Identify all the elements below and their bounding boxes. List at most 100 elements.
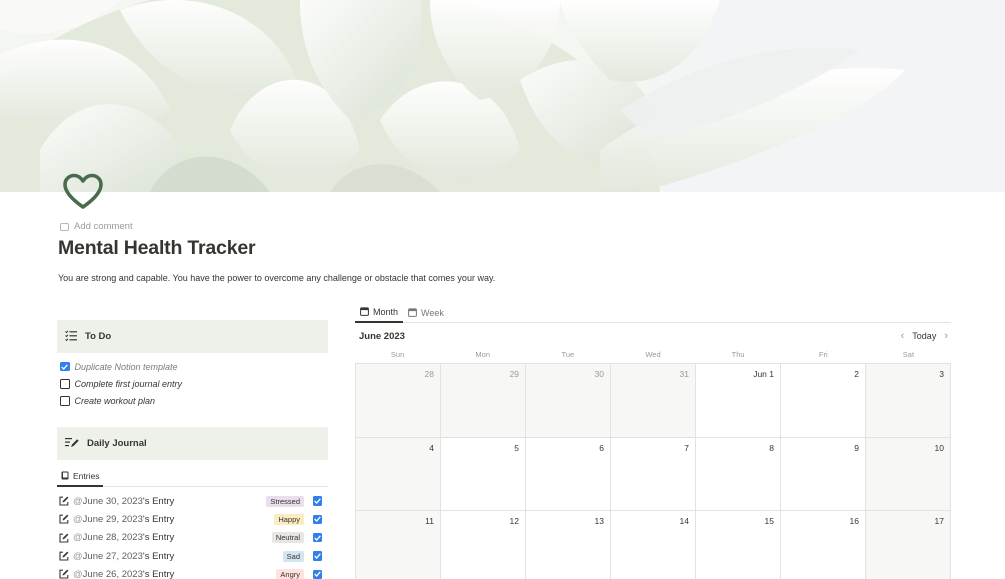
page-subtitle[interactable]: You are strong and capable. You have the… <box>58 273 495 283</box>
entry-date[interactable]: June 26, 2023 <box>83 569 143 579</box>
todo-checkbox[interactable] <box>60 361 70 372</box>
journal-heading[interactable]: Daily Journal <box>57 427 328 460</box>
tab-month[interactable]: Month <box>355 303 404 323</box>
calendar-day-cell[interactable]: 10 <box>866 437 951 511</box>
mood-tag: Neutral <box>271 532 304 544</box>
entry-mention: @ <box>73 568 83 579</box>
todo-heading[interactable]: To Do <box>57 320 328 353</box>
calendar-day-cell[interactable]: 12 <box>441 511 526 579</box>
todo-item[interactable]: Create workout plan <box>60 393 182 410</box>
tab-week[interactable]: Week <box>403 303 449 323</box>
entry-checkbox[interactable] <box>312 569 322 579</box>
todo-heading-label: To Do <box>85 331 112 342</box>
todo-label: Create workout plan <box>74 396 156 407</box>
day-number: 6 <box>599 442 604 453</box>
entry-mention: @ <box>73 532 83 544</box>
calendar-day-cell[interactable]: 9 <box>781 437 866 511</box>
add-comment-label: Add comment <box>74 221 133 232</box>
todo-label: Complete first journal entry <box>74 378 183 389</box>
entry-date[interactable]: June 27, 2023 <box>83 551 143 562</box>
entry-checkbox[interactable] <box>312 532 322 543</box>
calendar-day-cell[interactable]: 2 <box>781 364 866 438</box>
calendar-day-cell[interactable]: Jun 1 <box>696 364 781 438</box>
todo-checkbox[interactable] <box>60 379 70 389</box>
day-number: 11 <box>425 516 434 526</box>
tab-week-label: Week <box>421 308 444 318</box>
calendar-day-cell[interactable]: 31 <box>611 364 696 438</box>
calendar-day-cell[interactable]: 15 <box>696 511 781 579</box>
day-number: 30 <box>594 369 604 379</box>
heart-icon[interactable] <box>62 172 104 212</box>
calendar-day-cell[interactable]: 17 <box>866 511 951 579</box>
journal-entry-row[interactable]: @ June 30, 2023's Entry Stressed <box>57 492 328 510</box>
calendar-day-cell[interactable]: 6 <box>526 437 611 511</box>
journal-heading-label: Daily Journal <box>87 438 147 449</box>
day-number: 8 <box>769 442 774 453</box>
calendar-icon <box>360 306 369 318</box>
calendar-day-cell[interactable]: 4 <box>356 437 441 511</box>
weekday-label: Thu <box>731 350 745 359</box>
weekday-label: Fri <box>818 350 828 359</box>
calendar-month-label: June 2023 <box>359 331 405 342</box>
page-title[interactable]: Mental Health Tracker <box>58 237 256 260</box>
todo-label: Duplicate Notion template <box>74 361 178 372</box>
day-number: 3 <box>939 369 944 379</box>
calendar-day-cell[interactable]: 8 <box>696 437 781 511</box>
entry-suffix: 's Entry <box>142 550 175 562</box>
entry-checkbox[interactable] <box>312 551 322 561</box>
journal-entry-row[interactable]: @ June 28, 2023's Entry Neutral <box>57 529 328 547</box>
journal-entry-row[interactable]: @ June 26, 2023's Entry Angry <box>57 565 328 579</box>
entry-checkbox[interactable] <box>312 514 322 525</box>
chevron-left-icon[interactable]: ‹ <box>901 330 905 342</box>
today-button[interactable]: Today <box>912 331 936 341</box>
calendar-day-cell[interactable]: 13 <box>526 511 611 579</box>
edit-icon <box>59 496 69 506</box>
day-number: 16 <box>849 516 859 526</box>
todo-item[interactable]: Duplicate Notion template <box>60 358 182 375</box>
todo-checkbox[interactable] <box>60 396 70 406</box>
weekday-header: Sun Mon Tue Wed Thu Fri Sat <box>355 348 951 362</box>
entry-date[interactable]: June 29, 2023 <box>83 514 143 525</box>
entry-mention: @ <box>73 495 83 507</box>
cover-image <box>0 0 1005 192</box>
edit-icon <box>59 551 69 561</box>
calendar-day-cell[interactable]: 5 <box>441 437 526 511</box>
journal-entry-row[interactable]: @ June 29, 2023's Entry Happy <box>57 510 328 528</box>
journal-entries-list: @ June 30, 2023's Entry Stressed @ June 29… <box>57 492 328 579</box>
entry-date[interactable]: June 30, 2023 <box>83 496 143 507</box>
checklist-icon <box>65 329 77 344</box>
day-number: 13 <box>594 516 604 526</box>
calendar-day-cell[interactable]: 30 <box>526 364 611 438</box>
day-number: 31 <box>679 369 689 379</box>
calendar-day-cell[interactable]: 7 <box>611 437 696 511</box>
weekday-label: Sun <box>390 350 405 359</box>
tab-entries[interactable]: Entries <box>57 467 104 487</box>
day-number: 4 <box>429 442 434 453</box>
add-comment-button[interactable]: Add comment <box>60 221 133 232</box>
calendar-day-cell[interactable]: 3 <box>866 364 951 438</box>
calendar-day-cell[interactable]: 28 <box>356 364 441 438</box>
tab-entries-label: Entries <box>73 471 100 481</box>
calendar-nav: ‹ Today › <box>901 330 948 342</box>
calendar-day-cell[interactable]: 16 <box>781 511 866 579</box>
weekday-label: Wed <box>645 350 661 359</box>
day-number: 28 <box>424 369 434 379</box>
calendar-day-cell[interactable]: 11 <box>356 511 441 579</box>
weekday-label: Mon <box>475 350 490 359</box>
journal-entry-row[interactable]: @ June 27, 2023's Entry Sad <box>57 547 328 565</box>
entry-checkbox[interactable] <box>312 496 322 506</box>
mood-tag: Sad <box>282 550 304 562</box>
entry-mention: @ <box>73 513 83 525</box>
weekday-label: Tue <box>561 350 575 359</box>
book-icon <box>61 471 69 482</box>
day-number: 7 <box>684 442 689 453</box>
calendar-day-cell[interactable]: 29 <box>441 364 526 438</box>
calendar-view-tabs: Month Week <box>355 303 951 323</box>
todo-list: Duplicate Notion template Complete first… <box>60 358 182 410</box>
chevron-right-icon[interactable]: › <box>944 330 948 342</box>
entry-date[interactable]: June 28, 2023 <box>83 532 143 543</box>
calendar-grid: 28 29 30 31 Jun 1 2 3 4 5 6 7 8 9 10 11 … <box>355 363 951 579</box>
todo-item[interactable]: Complete first journal entry <box>60 375 182 392</box>
calendar-day-cell[interactable]: 14 <box>611 511 696 579</box>
entry-suffix: 's Entry <box>142 532 175 544</box>
